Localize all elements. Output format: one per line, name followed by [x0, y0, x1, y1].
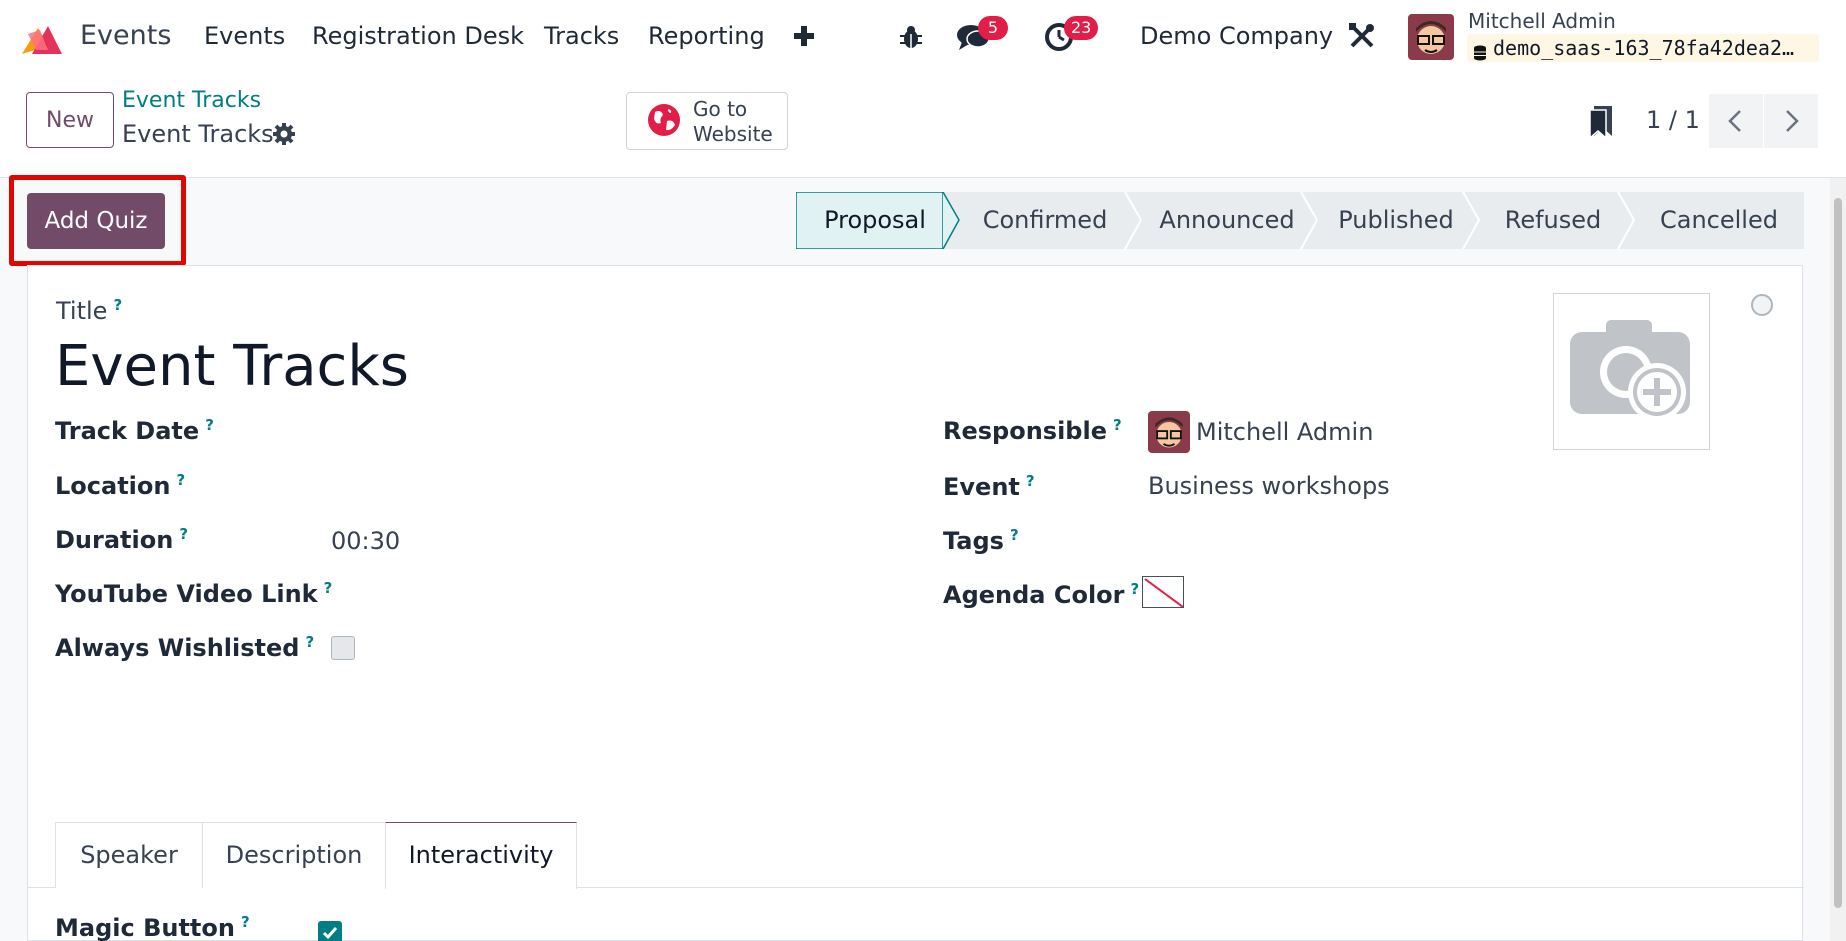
- menu-reporting[interactable]: Reporting: [648, 22, 765, 50]
- messages-badge: 5: [978, 16, 1008, 40]
- stage-proposal[interactable]: Proposal: [796, 192, 954, 249]
- stage-cancelled[interactable]: Cancelled: [1634, 192, 1804, 249]
- event-label: Event?: [943, 472, 1035, 501]
- duration-label: Duration?: [55, 525, 189, 554]
- camera-add-icon: [1570, 320, 1690, 421]
- magic-button-label: Magic Button?: [55, 913, 250, 941]
- pager-previous-button[interactable]: [1709, 94, 1763, 148]
- stage-confirmed[interactable]: Confirmed: [959, 192, 1131, 249]
- top-navbar: Events Events Registration Desk Tracks R…: [0, 0, 1846, 74]
- stage-announced[interactable]: Announced: [1141, 192, 1313, 249]
- go-to-website-label: Go to Website: [693, 97, 773, 146]
- agenda-color-label: Agenda Color?: [943, 580, 1140, 609]
- database-icon: [1473, 40, 1487, 61]
- agenda-color-picker[interactable]: [1142, 576, 1184, 608]
- responsible-avatar: [1148, 411, 1190, 453]
- track-date-label: Track Date?: [55, 416, 214, 445]
- help-mark: ?: [113, 296, 123, 314]
- pager-next-button[interactable]: [1764, 94, 1818, 148]
- database-chip: demo_saas-163_78fa42dea2…: [1467, 34, 1819, 62]
- title-label: Title?: [56, 296, 123, 325]
- image-upload[interactable]: [1553, 293, 1710, 450]
- control-panel: New Event Tracks Event Tracks Go to Webs…: [0, 74, 1846, 178]
- stage-refused[interactable]: Refused: [1479, 192, 1627, 249]
- company-switcher[interactable]: Demo Company: [1140, 22, 1333, 50]
- magic-button-checkbox[interactable]: [318, 921, 342, 941]
- go-to-website-button[interactable]: Go to Website: [626, 92, 788, 150]
- status-radio[interactable]: [1751, 294, 1773, 316]
- title-input[interactable]: Event Tracks: [55, 334, 409, 399]
- globe-icon: [647, 103, 681, 137]
- menu-registration-desk[interactable]: Registration Desk: [312, 22, 524, 50]
- duration-input[interactable]: 00:30: [331, 527, 400, 555]
- form-sheet: Title? Event Tracks Track Date? Location…: [27, 265, 1804, 941]
- always-wishlisted-label: Always Wishlisted?: [55, 633, 315, 662]
- pager-value[interactable]: 1 / 1: [1646, 106, 1700, 134]
- tab-interactivity[interactable]: Interactivity: [385, 822, 577, 889]
- responsible-input[interactable]: Mitchell Admin: [1196, 418, 1373, 446]
- gear-icon[interactable]: [272, 122, 296, 146]
- stage-published[interactable]: Published: [1317, 192, 1475, 249]
- checkmark-icon: [322, 927, 338, 940]
- menu-events[interactable]: Events: [204, 22, 285, 50]
- app-name[interactable]: Events: [80, 20, 171, 51]
- plus-icon[interactable]: [792, 24, 816, 48]
- location-label: Location?: [55, 471, 186, 500]
- tags-input[interactable]: [1148, 526, 1768, 556]
- bug-icon[interactable]: [898, 24, 924, 50]
- tags-label: Tags?: [943, 526, 1019, 555]
- status-bar: Proposal Confirmed Announced Published R…: [796, 192, 1804, 249]
- event-input[interactable]: Business workshops: [1148, 472, 1390, 500]
- user-name[interactable]: Mitchell Admin: [1468, 9, 1616, 33]
- breadcrumb-parent[interactable]: Event Tracks: [122, 88, 261, 113]
- tab-speaker[interactable]: Speaker: [55, 822, 203, 888]
- youtube-link-label: YouTube Video Link?: [55, 579, 333, 608]
- breadcrumb-current: Event Tracks: [122, 120, 274, 148]
- track-date-input[interactable]: [331, 416, 811, 446]
- location-input[interactable]: [331, 471, 811, 501]
- add-quiz-button[interactable]: Add Quiz: [27, 193, 165, 249]
- menu-tracks[interactable]: Tracks: [544, 22, 619, 50]
- user-avatar[interactable]: [1408, 14, 1454, 60]
- database-name: demo_saas-163_78fa42dea2…: [1493, 36, 1795, 60]
- tools-icon[interactable]: [1348, 22, 1376, 50]
- responsible-label: Responsible?: [943, 416, 1122, 445]
- scrollbar[interactable]: [1830, 178, 1846, 941]
- bookmark-icon[interactable]: [1588, 104, 1614, 140]
- always-wishlisted-checkbox[interactable]: [331, 636, 355, 660]
- youtube-link-input[interactable]: [331, 579, 811, 609]
- activities-badge: 23: [1064, 16, 1099, 40]
- tab-description[interactable]: Description: [202, 822, 386, 888]
- new-button[interactable]: New: [26, 92, 114, 148]
- events-app-icon[interactable]: [18, 20, 68, 56]
